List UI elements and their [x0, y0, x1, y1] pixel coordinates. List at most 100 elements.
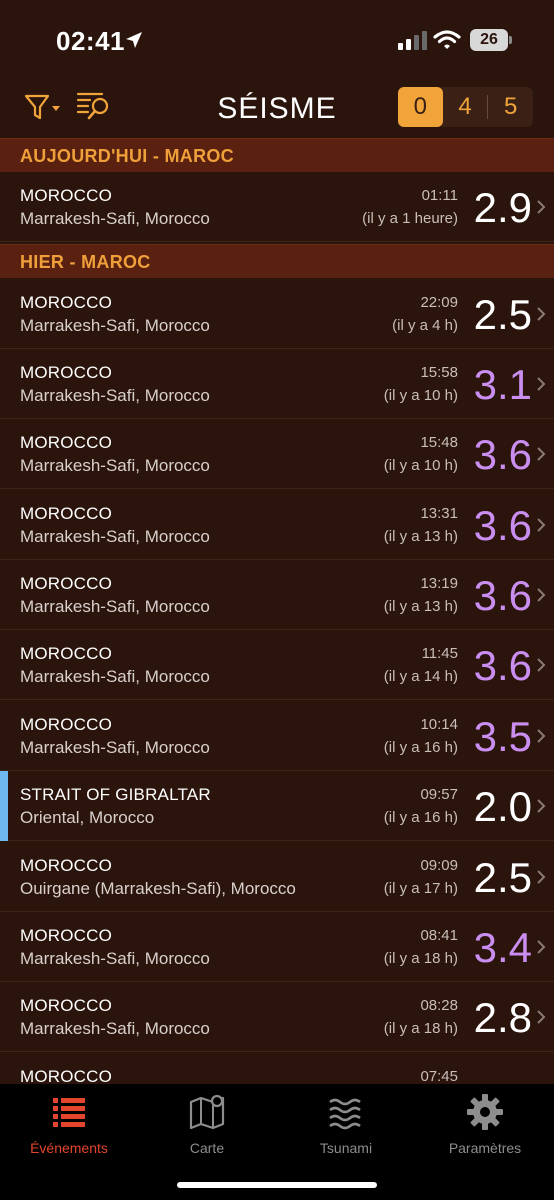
event-magnitude: 3.6	[473, 502, 532, 549]
event-magnitude: 3.1	[473, 361, 532, 408]
event-time: 09:57	[420, 786, 458, 803]
count-level-2[interactable]: 5	[488, 87, 533, 127]
event-relative-time: (il y a 10 h)	[383, 457, 458, 474]
tab-label: Paramètres	[448, 1140, 522, 1156]
section-header-today: AUJOURD'HUI - MAROC	[0, 138, 554, 172]
list-item[interactable]: STRAIT OF GIBRALTAR Oriental, Morocco 09…	[0, 771, 554, 841]
event-time: 13:31	[420, 505, 458, 522]
event-region: MOROCCO	[20, 433, 113, 452]
section-title: AUJOURD'HUI - MAROC	[20, 146, 234, 166]
list-item[interactable]: MOROCCO Marrakesh-Safi, Morocco 13:31 (i…	[0, 490, 554, 560]
event-region: MOROCCO	[20, 996, 113, 1015]
event-relative-time: (il y a 18 h)	[383, 1020, 458, 1037]
event-place: Marrakesh-Safi, Morocco	[20, 386, 210, 405]
alert-level-counter[interactable]: 0 4 5	[398, 87, 533, 127]
count-level-0[interactable]: 0	[398, 87, 443, 127]
event-time: 08:41	[420, 927, 458, 944]
event-time: 08:28	[420, 997, 458, 1014]
chevron-right-icon	[537, 588, 546, 602]
cellular-signal-icon	[398, 31, 427, 50]
event-time: 22:09	[420, 294, 458, 311]
selection-marker	[0, 771, 8, 841]
gear-icon	[467, 1094, 503, 1130]
event-time: 01:11	[421, 187, 458, 204]
event-region: STRAIT OF GIBRALTAR	[20, 785, 211, 804]
section-title: HIER - MAROC	[20, 252, 151, 272]
event-magnitude: 3.4	[473, 924, 532, 971]
list-item[interactable]: MOROCCO Marrakesh-Safi, Morocco 01:11 (i…	[0, 172, 554, 242]
event-time: 13:19	[420, 575, 458, 592]
event-region: MOROCCO	[20, 363, 113, 382]
event-place: Marrakesh-Safi, Morocco	[20, 209, 210, 228]
event-region: MOROCCO	[20, 186, 113, 205]
event-time: 10:14	[420, 716, 458, 733]
event-place: Marrakesh-Safi, Morocco	[20, 527, 210, 546]
event-magnitude: 3.6	[473, 642, 532, 689]
event-place: Marrakesh-Safi, Morocco	[20, 949, 210, 968]
event-magnitude: 3.5	[473, 713, 532, 760]
event-time: 09:09	[420, 857, 458, 874]
event-relative-time: (il y a 14 h)	[383, 668, 458, 685]
list-item[interactable]: MOROCCO Marrakesh-Safi, Morocco 08:41 (i…	[0, 912, 554, 982]
event-magnitude: 3.6	[473, 431, 532, 478]
event-time: 15:48	[420, 434, 458, 451]
wifi-icon	[433, 30, 461, 49]
event-region: MOROCCO	[20, 926, 113, 945]
chevron-right-icon	[537, 940, 546, 954]
event-relative-time: (il y a 1 heure)	[362, 210, 458, 227]
event-relative-time: (il y a 13 h)	[383, 528, 458, 545]
event-place: Marrakesh-Safi, Morocco	[20, 738, 210, 757]
tab-map[interactable]: Carte	[138, 1092, 276, 1162]
list-item[interactable]: MOROCCO Marrakesh-Safi, Morocco 10:14 (i…	[0, 701, 554, 771]
event-relative-time: (il y a 18 h)	[383, 950, 458, 967]
event-place: Marrakesh-Safi, Morocco	[20, 456, 210, 475]
list-item[interactable]: MOROCCO Ouirgane (Marrakesh-Safi), Moroc…	[0, 842, 554, 912]
event-magnitude: 3.6	[473, 572, 532, 619]
event-relative-time: (il y a 4 h)	[392, 317, 458, 334]
chevron-right-icon	[537, 307, 546, 321]
list-item[interactable]: MOROCCO Marrakesh-Safi, Morocco 22:09 (i…	[0, 279, 554, 349]
event-region: MOROCCO	[20, 574, 113, 593]
event-relative-time: (il y a 10 h)	[383, 387, 458, 404]
event-region: MOROCCO	[20, 504, 113, 523]
chevron-right-icon	[537, 200, 546, 214]
event-region: MOROCCO	[20, 856, 113, 875]
list-item[interactable]: MOROCCO Marrakesh-Safi, Morocco 11:45 (i…	[0, 630, 554, 700]
event-time: 11:45	[421, 645, 458, 662]
count-level-1[interactable]: 4	[443, 87, 488, 127]
event-time: 15:58	[420, 364, 458, 381]
event-place: Marrakesh-Safi, Morocco	[20, 667, 210, 686]
list-item[interactable]: MOROCCO Marrakesh-Safi, Morocco 15:58 (i…	[0, 349, 554, 419]
event-relative-time: (il y a 16 h)	[383, 739, 458, 756]
event-place: Ouirgane (Marrakesh-Safi), Morocco	[20, 879, 296, 898]
tab-label: Événements	[30, 1140, 108, 1156]
waves-icon	[329, 1098, 361, 1130]
status-time: 02:41	[56, 26, 125, 56]
list-item[interactable]: MOROCCO Marrakesh-Safi, Morocco 13:19 (i…	[0, 560, 554, 630]
list-item[interactable]: MOROCCO Marrakesh-Safi, Morocco 15:48 (i…	[0, 419, 554, 489]
tab-tsunami[interactable]: Tsunami	[277, 1092, 415, 1162]
status-bar: 02:41 26	[0, 0, 554, 80]
event-region: MOROCCO	[20, 293, 113, 312]
event-magnitude: 2.9	[473, 184, 532, 231]
home-indicator	[177, 1182, 377, 1188]
event-magnitude: 2.5	[473, 291, 532, 338]
event-magnitude: 2.8	[473, 994, 532, 1041]
event-region: MOROCCO	[20, 644, 113, 663]
nav-bar: SÉISME 0 4 5	[0, 80, 554, 138]
tab-settings[interactable]: Paramètres	[416, 1092, 554, 1162]
event-place: Marrakesh-Safi, Morocco	[20, 1019, 210, 1038]
list-item[interactable]: MOROCCO Marrakesh-Safi, Morocco 08:28 (i…	[0, 982, 554, 1052]
chevron-right-icon	[537, 799, 546, 813]
event-place: Marrakesh-Safi, Morocco	[20, 316, 210, 335]
section-header-yesterday: HIER - MAROC	[0, 244, 554, 278]
chevron-right-icon	[537, 447, 546, 461]
chevron-right-icon	[537, 377, 546, 391]
tab-label: Tsunami	[319, 1140, 373, 1156]
chevron-right-icon	[537, 518, 546, 532]
event-region: MOROCCO	[20, 715, 113, 734]
tab-events[interactable]: Événements	[0, 1092, 138, 1162]
battery-nub	[509, 36, 512, 44]
event-magnitude: 2.5	[473, 854, 532, 901]
event-place: Oriental, Morocco	[20, 808, 155, 827]
